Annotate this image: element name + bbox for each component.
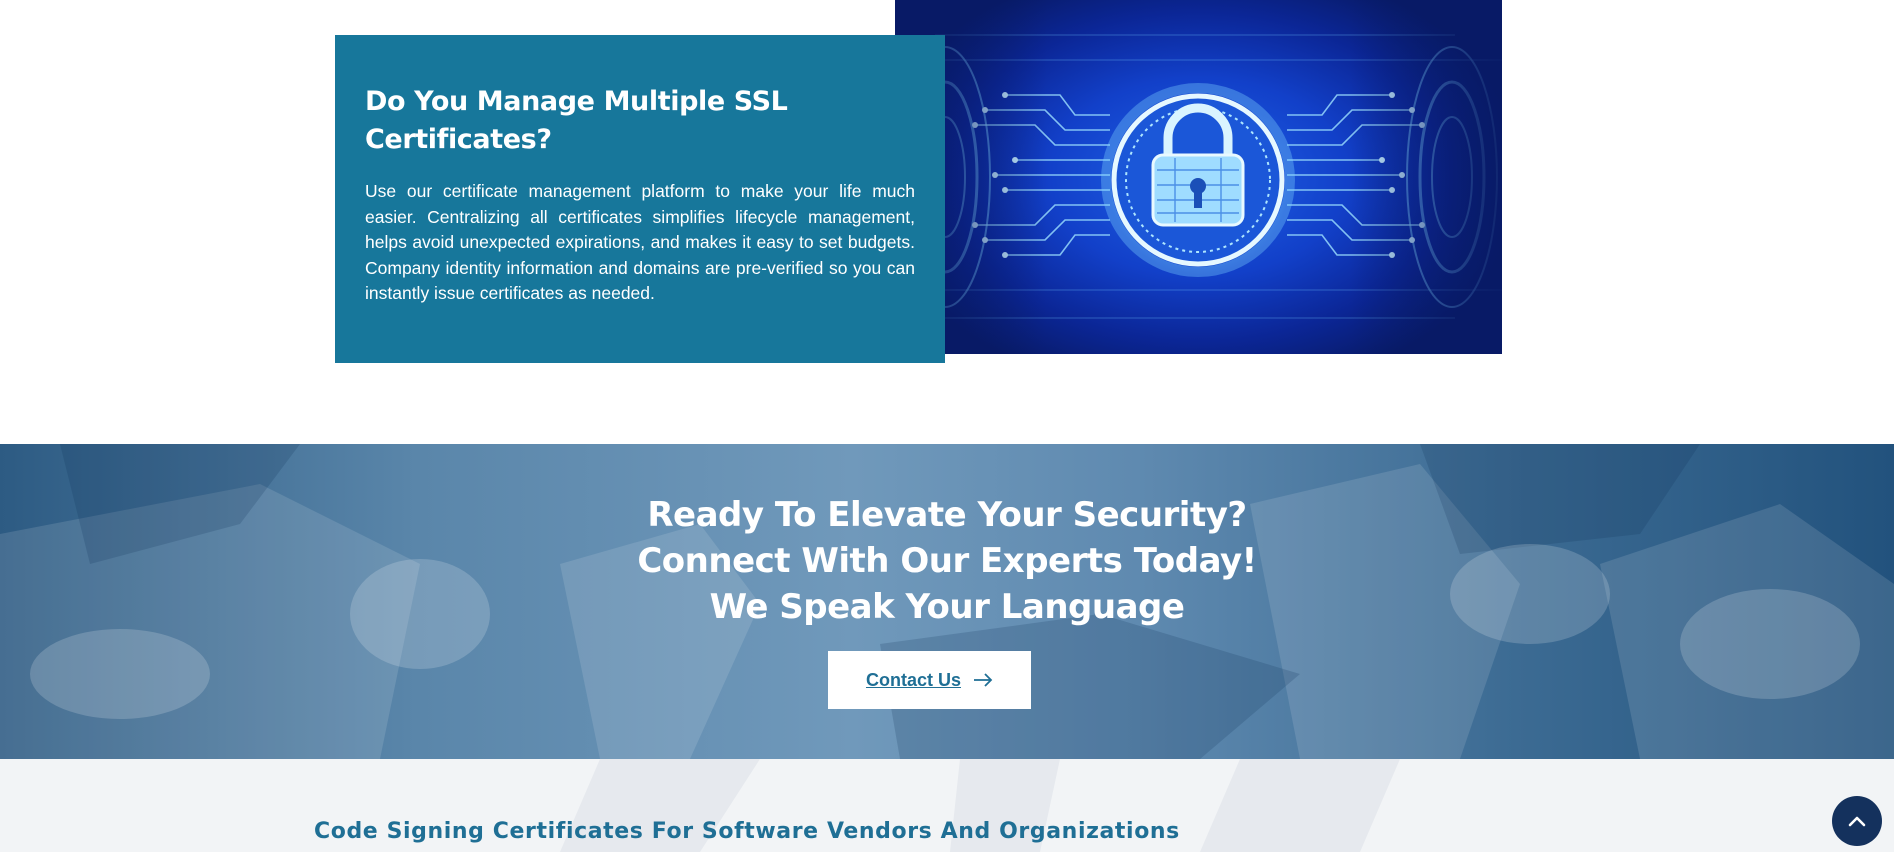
chevron-up-icon bbox=[1848, 816, 1866, 827]
contact-us-button[interactable]: Contact Us bbox=[828, 651, 1031, 709]
contact-us-label: Contact Us bbox=[865, 669, 961, 690]
arrow-right-icon bbox=[974, 673, 993, 687]
cta-line-2: Connect With Our Experts Today! bbox=[637, 541, 1257, 581]
padlock-circuit-icon bbox=[895, 0, 1502, 354]
feature-title: Do You Manage Multiple SSL Certificates? bbox=[365, 86, 788, 155]
feature-description: Use our certificate management platform … bbox=[365, 181, 915, 304]
ssl-feature-card: Do You Manage Multiple SSL Certificates?… bbox=[335, 35, 945, 363]
cta-line-3: We Speak Your Language bbox=[709, 587, 1185, 627]
ssl-feature-section: Do You Manage Multiple SSL Certificates?… bbox=[0, 0, 1894, 444]
cyber-security-image bbox=[895, 0, 1502, 354]
scroll-to-top-button[interactable] bbox=[1832, 796, 1882, 846]
contact-cta-banner: Ready To Elevate Your Security? Connect … bbox=[0, 444, 1894, 759]
cta-line-1: Ready To Elevate Your Security? bbox=[647, 495, 1247, 535]
code-signing-section: Code Signing Certificates For Software V… bbox=[0, 759, 1894, 852]
code-signing-heading: Code Signing Certificates For Software V… bbox=[314, 819, 1180, 844]
cta-heading: Ready To Elevate Your Security? Connect … bbox=[0, 492, 1894, 630]
